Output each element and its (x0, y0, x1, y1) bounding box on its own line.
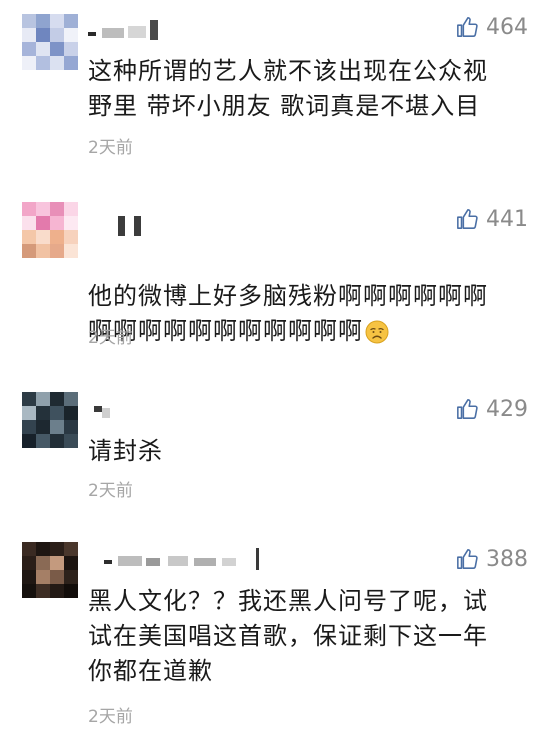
username-redacted[interactable] (88, 548, 268, 570)
comment-text: 黑人文化？？我还黑人问号了呢，试 试在美国唱这首歌，保证剩下这一年 你都在道歉 (88, 587, 488, 685)
avatar[interactable] (22, 392, 78, 448)
avatar[interactable] (22, 202, 78, 258)
comment-text: 请封杀 (88, 437, 163, 465)
timestamp: 2天前 (88, 328, 133, 348)
thumbs-up-icon (457, 399, 478, 419)
timestamp: 2天前 (88, 138, 133, 158)
timestamp: 2天前 (88, 707, 133, 727)
comment-text: 他的微博上好多脑残粉啊啊啊啊啊啊 啊啊啊啊啊啊啊啊啊啊啊 (88, 282, 488, 345)
comment-text-wrapper: 他的微博上好多脑残粉啊啊啊啊啊啊 啊啊啊啊啊啊啊啊啊啊啊 (88, 244, 528, 349)
like-count: 464 (486, 14, 528, 40)
like-count: 441 (486, 206, 528, 232)
avatar[interactable] (22, 542, 78, 598)
comment-feed: 464 这种所谓的艺人就不该出现在公众视 野里 带坏小朋友 歌词真是不堪入目 2… (0, 0, 550, 738)
like-button[interactable]: 464 (456, 12, 528, 42)
comment-item: 388 黑人文化？？我还黑人问号了呢，试 试在美国唱这首歌，保证剩下这一年 你都… (0, 530, 550, 738)
comment-item: 429 请封杀 2天前 (0, 380, 550, 510)
like-button[interactable]: 429 (456, 394, 528, 424)
like-button[interactable]: 388 (456, 544, 528, 574)
thumbs-up-icon (457, 549, 478, 569)
comment-item: 441 他的微博上好多脑残粉啊啊啊啊啊啊 啊啊啊啊啊啊啊啊啊啊啊 2天前 (0, 190, 550, 360)
avatar[interactable] (22, 14, 78, 70)
thumbs-up-icon (457, 17, 478, 37)
username-redacted[interactable] (88, 18, 178, 40)
thumbs-up-icon (457, 209, 478, 229)
username-redacted[interactable] (88, 402, 118, 424)
timestamp: 2天前 (88, 481, 133, 501)
like-button[interactable]: 441 (456, 204, 528, 234)
disappointed-face-icon (365, 320, 389, 344)
comment-item: 464 这种所谓的艺人就不该出现在公众视 野里 带坏小朋友 歌词真是不堪入目 2… (0, 0, 550, 170)
like-count: 429 (486, 396, 528, 422)
comment-text: 这种所谓的艺人就不该出现在公众视 野里 带坏小朋友 歌词真是不堪入目 (88, 57, 488, 120)
like-count: 388 (486, 546, 528, 572)
username-redacted[interactable] (88, 216, 141, 238)
